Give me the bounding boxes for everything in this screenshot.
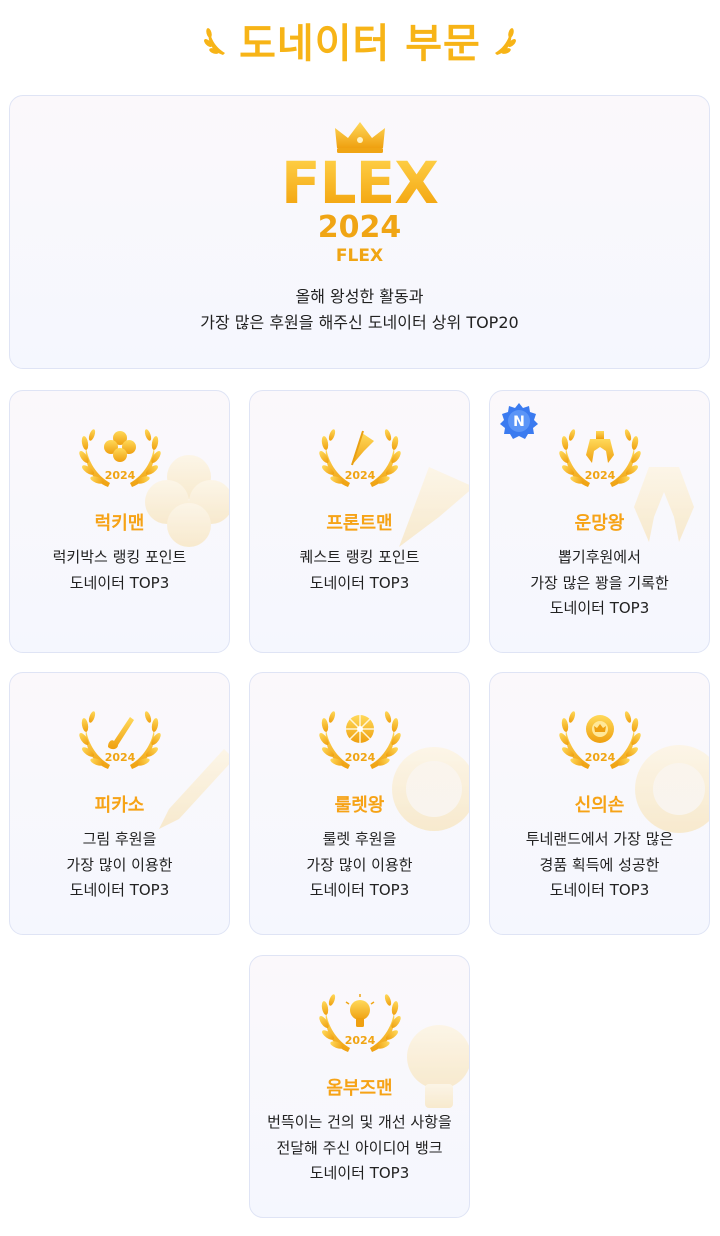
award-name: 프론트맨 <box>326 513 393 534</box>
award-description: 럭키박스 랭킹 포인트 도네이터 TOP3 <box>10 545 229 596</box>
award-card-unmangwang: N 2024 운망왕 뽑기후원에서 가장 많은 꽝을 기록한 도네이터 TOP3 <box>489 390 710 653</box>
flex-desc-line: 올해 왕성한 활동과 <box>295 287 424 306</box>
award-name: 럭키맨 <box>94 513 145 534</box>
award-desc-line: 도네이터 TOP3 <box>69 881 170 899</box>
chip-icon: 2024 <box>558 703 642 773</box>
award-card-picasso: 2024 피카소 그림 후원을 가장 많이 이용한 도네이터 TOP3 <box>9 672 230 935</box>
award-card-roulettewang: 2024 룰렛왕 룰렛 후원을 가장 많이 이용한 도네이터 TOP3 <box>249 672 470 935</box>
award-description: 투네랜드에서 가장 많은 경품 획득에 성공한 도네이터 TOP3 <box>490 827 709 904</box>
laurel-right-icon <box>494 28 516 55</box>
award-desc-line: 뽑기후원에서 <box>558 548 641 566</box>
claw-icon: 2024 <box>558 421 642 491</box>
award-name: 룰렛왕 <box>334 795 385 816</box>
award-desc-line: 투네랜드에서 가장 많은 <box>525 830 674 848</box>
emblem-year: 2024 <box>585 751 616 764</box>
laurel-left-icon <box>204 28 226 55</box>
flex-logo-sub: FLEX <box>335 246 384 266</box>
section-title: 도네이터 부문 <box>239 21 481 67</box>
award-card-luckyman: 2024 럭키맨 럭키박스 랭킹 포인트 도네이터 TOP3 <box>9 390 230 653</box>
award-description: 룰렛 후원을 가장 많이 이용한 도네이터 TOP3 <box>250 827 469 904</box>
roulette-icon: 2024 <box>318 703 402 773</box>
award-desc-line: 가장 많은 꽝을 기록한 <box>530 573 669 592</box>
award-desc-line: 가장 많이 이용한 <box>66 855 173 874</box>
clover-icon: 2024 <box>78 421 162 491</box>
award-description: 퀘스트 랭킹 포인트 도네이터 TOP3 <box>250 545 469 596</box>
emblem-year: 2024 <box>345 751 376 764</box>
award-description: 뽑기후원에서 가장 많은 꽝을 기록한 도네이터 TOP3 <box>490 545 709 622</box>
award-desc-line: 도네이터 TOP3 <box>309 1164 410 1182</box>
award-desc-line: 도네이터 TOP3 <box>309 881 410 899</box>
emblem-year: 2024 <box>585 469 616 482</box>
lightbulb-icon: 2024 <box>318 986 402 1056</box>
award-name: 옴부즈맨 <box>326 1078 393 1099</box>
award-desc-line: 도네이터 TOP3 <box>549 881 650 899</box>
emblem-year: 2024 <box>345 469 376 482</box>
award-desc-line: 번뜩이는 건의 및 개선 사항을 <box>267 1113 452 1131</box>
emblem-year: 2024 <box>345 1034 376 1047</box>
award-card-sinuison: 2024 신의손 투네랜드에서 가장 많은 경품 획득에 성공한 도네이터 TO… <box>489 672 710 935</box>
award-desc-line: 도네이터 TOP3 <box>309 573 410 592</box>
award-desc-line: 룰렛 후원을 <box>322 830 397 848</box>
award-card-ombudsman: 2024 옴부즈맨 번뜩이는 건의 및 개선 사항을 전달해 주신 아이디어 뱅… <box>249 955 470 1218</box>
flex-award-card: FLEX 2024 FLEX 올해 왕성한 활동과 가장 많은 후원을 해주신 … <box>9 95 710 369</box>
award-desc-line: 가장 많이 이용한 <box>306 855 413 874</box>
flex-logo: FLEX 2024 FLEX <box>10 120 709 266</box>
award-desc-line: 그림 후원을 <box>82 830 157 848</box>
award-desc-line: 도네이터 TOP3 <box>549 599 650 617</box>
flex-logo-year: 2024 <box>317 210 402 245</box>
award-name: 신의손 <box>574 795 625 816</box>
emblem-year: 2024 <box>105 469 136 482</box>
award-description: 번뜩이는 건의 및 개선 사항을 전달해 주신 아이디어 뱅크 도네이터 TOP… <box>250 1110 469 1187</box>
flex-description: 올해 왕성한 활동과 가장 많은 후원을 해주신 도네이터 상위 TOP20 <box>10 284 709 336</box>
paintbrush-icon: 2024 <box>78 703 162 773</box>
flag-icon: 2024 <box>318 421 402 491</box>
flex-desc-line: 가장 많은 후원을 해주신 도네이터 상위 TOP20 <box>200 313 519 332</box>
award-description: 그림 후원을 가장 많이 이용한 도네이터 TOP3 <box>10 827 229 904</box>
new-badge: N <box>500 403 538 439</box>
award-desc-line: 경품 획득에 성공한 <box>539 855 660 874</box>
new-badge-label: N <box>513 414 525 430</box>
award-desc-line: 퀘스트 랭킹 포인트 <box>299 548 420 566</box>
award-desc-line: 전달해 주신 아이디어 뱅크 <box>276 1138 443 1157</box>
award-card-frontman: 2024 프론트맨 퀘스트 랭킹 포인트 도네이터 TOP3 <box>249 390 470 653</box>
award-name: 운망왕 <box>574 513 625 534</box>
award-desc-line: 도네이터 TOP3 <box>69 573 170 592</box>
section-header: 도네이터 부문 <box>0 0 720 80</box>
emblem-year: 2024 <box>105 751 136 764</box>
flex-logo-text: FLEX <box>10 154 709 212</box>
award-desc-line: 럭키박스 랭킹 포인트 <box>52 548 187 566</box>
award-name: 피카소 <box>94 795 145 816</box>
